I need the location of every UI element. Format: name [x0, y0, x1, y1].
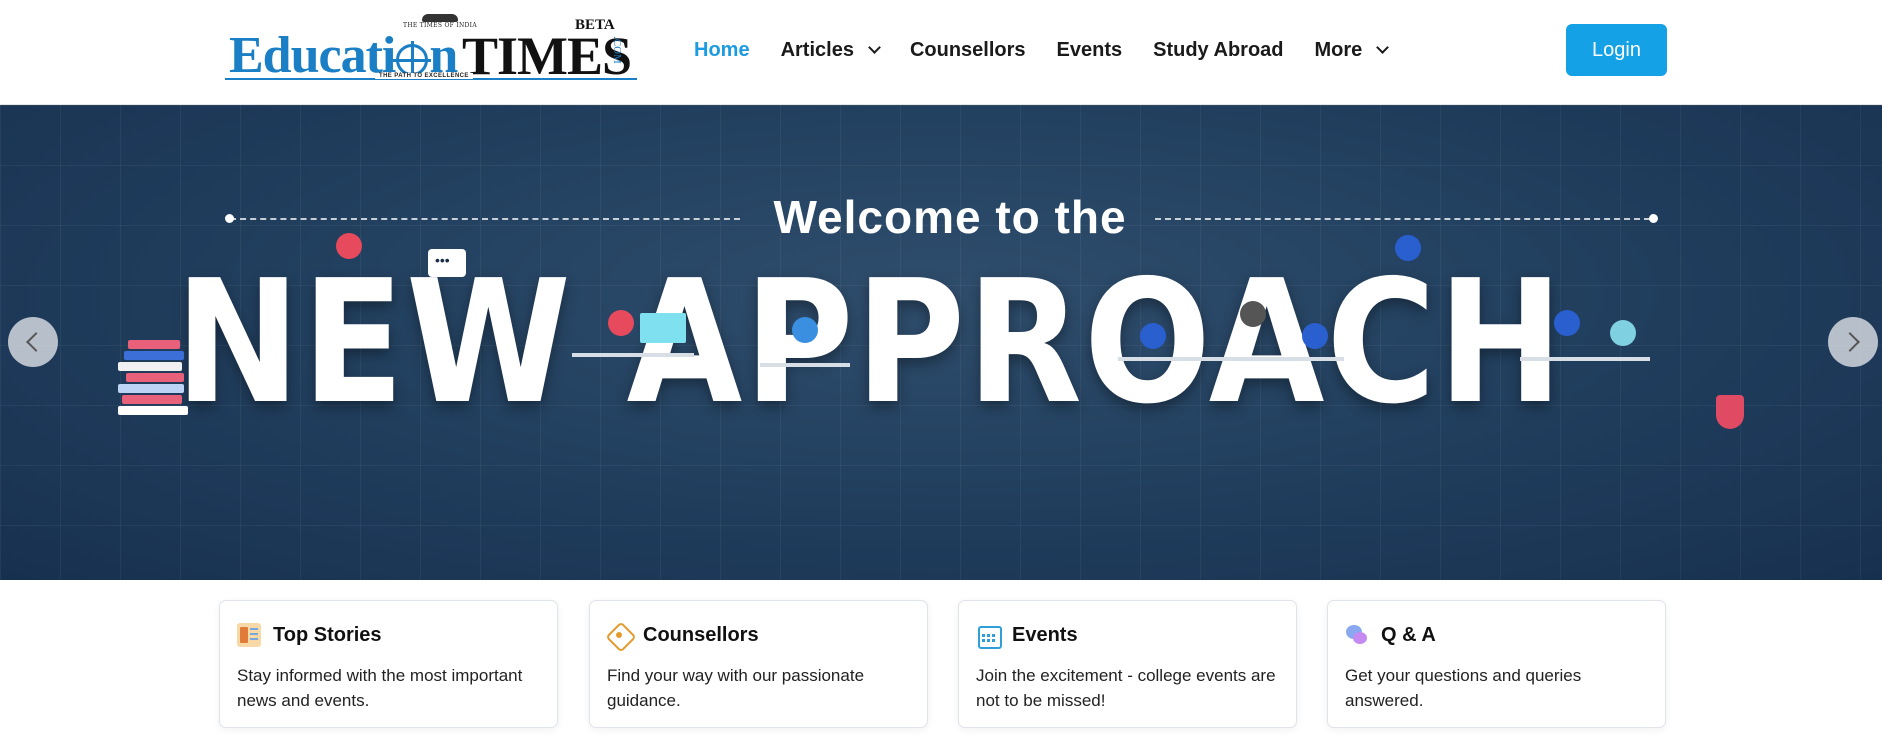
card-events[interactable]: Events Join the excitement - college eve… — [958, 600, 1297, 728]
chevron-down-icon — [1376, 40, 1390, 54]
main-nav: Home Articles Counsellors Events Study A… — [694, 0, 1418, 100]
nav-label: More — [1314, 38, 1363, 61]
feature-cards: Top Stories Stay informed with the most … — [219, 600, 1669, 730]
dashed-line-decoration — [1155, 218, 1650, 220]
plant-illustration — [1716, 395, 1744, 429]
person-illustration — [1302, 323, 1328, 349]
hero-carousel: Welcome to the NEW APPROACH — [0, 105, 1882, 580]
chat-bubble-icon — [428, 249, 466, 277]
card-title: Q & A — [1381, 623, 1436, 646]
book-stack-illustration — [118, 340, 198, 417]
card-top-stories[interactable]: Top Stories Stay informed with the most … — [219, 600, 558, 728]
desk-illustration — [572, 353, 694, 357]
newspaper-icon — [237, 623, 261, 647]
nav-item-articles[interactable]: Articles — [780, 38, 881, 62]
nav-item-more[interactable]: More — [1314, 38, 1390, 62]
card-header: Events — [976, 623, 1078, 649]
card-counsellors[interactable]: Counsellors Find your way with our passi… — [589, 600, 928, 728]
chat-bubbles-icon — [1345, 623, 1369, 647]
card-description: Join the excitement - college events are… — [976, 666, 1276, 710]
nav-label: Home — [694, 38, 750, 61]
nav-label: Study Abroad — [1153, 38, 1284, 61]
welcome-banner: Welcome to the — [225, 187, 1658, 247]
person-illustration — [608, 310, 634, 336]
card-description: Stay informed with the most important ne… — [237, 666, 523, 710]
person-illustration — [1140, 323, 1166, 349]
logo-times-text: TIMES — [462, 26, 632, 86]
card-title: Events — [1012, 623, 1078, 646]
logo-com-text: .COM — [611, 36, 623, 64]
nav-label: Counsellors — [909, 38, 1026, 61]
nav-item-events[interactable]: Events — [1057, 39, 1123, 62]
card-title: Top Stories — [273, 623, 382, 646]
person-illustration — [1610, 320, 1636, 346]
desk-illustration — [1520, 357, 1650, 361]
chevron-down-icon — [868, 40, 881, 54]
card-header: Q & A — [1345, 623, 1436, 647]
compass-icon — [393, 41, 432, 79]
nav-item-home[interactable]: Home — [694, 39, 750, 62]
desk-illustration — [1118, 357, 1344, 361]
person-illustration — [336, 233, 362, 259]
site-header: THE TIMES OF INDIA Educati n TIMES BETA .… — [0, 0, 1882, 105]
carousel-next-button[interactable] — [1828, 317, 1878, 367]
card-description: Find your way with our passionate guidan… — [607, 666, 865, 710]
logo-tagline: THE PATH TO EXCELLENCE — [375, 73, 473, 79]
welcome-text: Welcome to the — [773, 191, 1127, 243]
nav-label: Events — [1056, 38, 1123, 61]
login-button[interactable]: Login — [1566, 24, 1667, 76]
dashed-line-decoration — [230, 218, 740, 220]
dot-decoration — [1649, 214, 1658, 223]
card-qa[interactable]: Q & A Get your questions and queries ans… — [1327, 600, 1666, 728]
person-illustration — [792, 317, 818, 343]
calendar-icon — [976, 623, 1002, 649]
person-illustration — [1240, 301, 1266, 327]
nav-item-counsellors[interactable]: Counsellors — [910, 39, 1026, 62]
education-times-logo[interactable]: THE TIMES OF INDIA Educati n TIMES BETA .… — [225, 14, 640, 86]
card-header: Top Stories — [237, 623, 382, 647]
nav-label: Articles — [780, 38, 854, 61]
beta-badge: BETA — [575, 17, 615, 33]
card-description: Get your questions and queries answered. — [1345, 666, 1582, 710]
person-illustration — [1554, 310, 1580, 336]
handshake-icon — [607, 623, 631, 647]
person-illustration — [1395, 235, 1421, 261]
hero-headline: NEW APPROACH — [175, 244, 1565, 442]
desk-illustration — [760, 363, 850, 367]
carousel-prev-button[interactable] — [8, 317, 58, 367]
monitor-illustration — [640, 313, 686, 343]
nav-item-study-abroad[interactable]: Study Abroad — [1153, 39, 1283, 62]
card-title: Counsellors — [643, 623, 759, 646]
crest-icon — [422, 14, 458, 22]
card-header: Counsellors — [607, 623, 759, 647]
